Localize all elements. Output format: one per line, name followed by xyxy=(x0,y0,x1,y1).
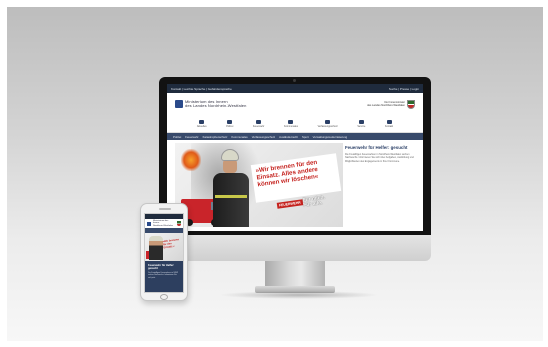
site-header: Ministerium des Innern des Landes Nordrh… xyxy=(167,93,423,115)
main-nav-item[interactable]: Feuerwehr xyxy=(185,135,198,139)
mobile-phone: Ministerium des Innern Nordrhein-Westfal… xyxy=(140,203,188,301)
main-content: »Wir brennen für den Einsatz. Alles ande… xyxy=(167,140,423,231)
fire-icon xyxy=(256,119,262,124)
mockup-scene: Kontakt | Leichte Sprache | Gebärdenspra… xyxy=(7,7,543,341)
phone-teaser-body: Die Freiwilligen Feuerwehren in NRW such… xyxy=(148,272,178,279)
hero-banner[interactable]: »Wir brennen für den Einsatz. Alles ande… xyxy=(175,143,343,227)
teaser-body: Die Freiwilligen Feuerwehren in Nordrhei… xyxy=(345,153,414,163)
main-nav-item[interactable]: Katastrophenschutz xyxy=(203,135,228,139)
monitor-shadow xyxy=(219,291,379,299)
firefighter-image xyxy=(209,149,251,227)
main-nav-item[interactable]: Sport xyxy=(302,135,309,139)
phone-header: Ministerium des Innern Nordrhein-Westfal… xyxy=(145,219,183,228)
state-emblem-text: Der Innenminister des Landes Nordrhein-W… xyxy=(367,101,405,107)
icon-nav-item[interactable]: Feuerwehr xyxy=(252,119,265,128)
coat-of-arms-icon xyxy=(407,99,415,109)
icon-nav-label: Verfassungsschutz xyxy=(317,124,338,128)
phone-teaser-panel: Feuerwehr für Helfer: gesucht Die Freiwi… xyxy=(145,261,183,292)
monitor-chin xyxy=(159,235,431,261)
icon-nav-item[interactable]: Kontakt xyxy=(384,119,394,128)
main-nav-item[interactable]: Verwaltungsmodernisierung xyxy=(313,135,348,139)
state-line-2: des Landes Nordrhein-Westfalen xyxy=(367,104,405,107)
icon-nav-label: Kontakt xyxy=(384,124,394,128)
icon-nav-label: Feuerwehr xyxy=(252,124,265,128)
helmet-icon xyxy=(221,149,239,161)
teaser-sidebar: Feuerwehr für Helfer: gesucht Die Freiwi… xyxy=(345,145,417,163)
speaker-icon xyxy=(159,208,171,210)
phone-logo-text[interactable]: Ministerium des Innern Nordrhein-Westfal… xyxy=(153,220,175,228)
flame-graphic xyxy=(181,149,201,171)
top-utility-links-left[interactable]: Kontakt | Leichte Sprache | Gebärdenspra… xyxy=(171,87,232,91)
state-emblem: Der Innenminister des Landes Nordrhein-W… xyxy=(367,99,415,109)
service-icon xyxy=(358,119,364,124)
phone-screen: Ministerium des Innern Nordrhein-Westfal… xyxy=(144,213,184,293)
teaser-title[interactable]: Feuerwehr für Helfer: gesucht xyxy=(345,145,417,150)
top-utility-links-right[interactable]: Suche | Presse | Login xyxy=(389,87,419,91)
monitor-bezel: Kontakt | Leichte Sprache | Gebärdenspra… xyxy=(159,77,431,235)
icon-nav-item[interactable]: Kommunales xyxy=(283,119,298,128)
logo-mark-icon xyxy=(175,100,183,108)
icon-nav-label: Polizei xyxy=(226,124,234,128)
desktop-screen: Kontakt | Leichte Sprache | Gebärdenspra… xyxy=(167,84,423,231)
phone-logo-line-2: Nordrhein-Westfalen xyxy=(152,224,174,227)
icon-nav-item[interactable]: Service xyxy=(357,119,366,128)
main-navigation: Polizei Feuerwehr Katastrophenschutz Kom… xyxy=(167,133,423,140)
icon-nav-label: Service xyxy=(357,124,366,128)
logo-text: Ministerium des Innern des Landes Nordrh… xyxy=(185,99,247,109)
firefighter-image xyxy=(149,236,163,260)
phone-hero-slogan: »Wir brennen für den Einsatz.« xyxy=(162,238,180,250)
main-nav-item[interactable]: Ausländerrecht xyxy=(279,135,298,139)
icon-nav-label: Aktuelles xyxy=(196,124,207,128)
firefighter-body xyxy=(213,173,249,227)
building-icon xyxy=(288,119,294,124)
shield-icon xyxy=(325,119,331,124)
top-utility-bar: Kontakt | Leichte Sprache | Gebärdenspra… xyxy=(167,84,423,93)
mail-icon xyxy=(386,119,392,124)
logo-line-2: des Landes Nordrhein-Westfalen xyxy=(185,103,247,108)
hero-subline-2: Für alle. xyxy=(302,200,323,209)
hero-tag: FEUERWEHR xyxy=(276,199,304,209)
logo-mark-icon xyxy=(147,221,151,226)
main-nav-item[interactable]: Kommunales xyxy=(231,135,247,139)
hero-subline: Für mich. Für alle. xyxy=(302,194,326,209)
monitor-stand xyxy=(265,261,325,287)
hero-slogan: »Wir brennen für den Einsatz. Alles ande… xyxy=(250,153,342,203)
camera-icon xyxy=(293,79,296,82)
home-button[interactable] xyxy=(160,294,168,300)
main-nav-item[interactable]: Polizei xyxy=(173,135,181,139)
firefighter-face xyxy=(223,159,237,173)
news-icon xyxy=(199,119,205,124)
phone-teaser-title[interactable]: Feuerwehr für Helfer: gesucht xyxy=(148,264,180,270)
phone-hero-banner[interactable]: »Wir brennen für den Einsatz.« xyxy=(145,233,183,261)
coat-of-arms-icon xyxy=(177,221,181,226)
police-icon xyxy=(227,119,233,124)
main-nav-item[interactable]: Verfassungsschutz xyxy=(252,135,275,139)
reflective-stripe xyxy=(215,195,247,198)
icon-nav-item[interactable]: Aktuelles xyxy=(196,119,207,128)
icon-nav-label: Kommunales xyxy=(283,124,298,128)
icon-nav-item[interactable]: Polizei xyxy=(226,119,234,128)
icon-navigation: Aktuelles Polizei Feuerwehr Kommunales V… xyxy=(167,115,423,133)
site-logo[interactable]: Ministerium des Innern des Landes Nordrh… xyxy=(175,99,247,109)
icon-nav-item[interactable]: Verfassungsschutz xyxy=(317,119,338,128)
